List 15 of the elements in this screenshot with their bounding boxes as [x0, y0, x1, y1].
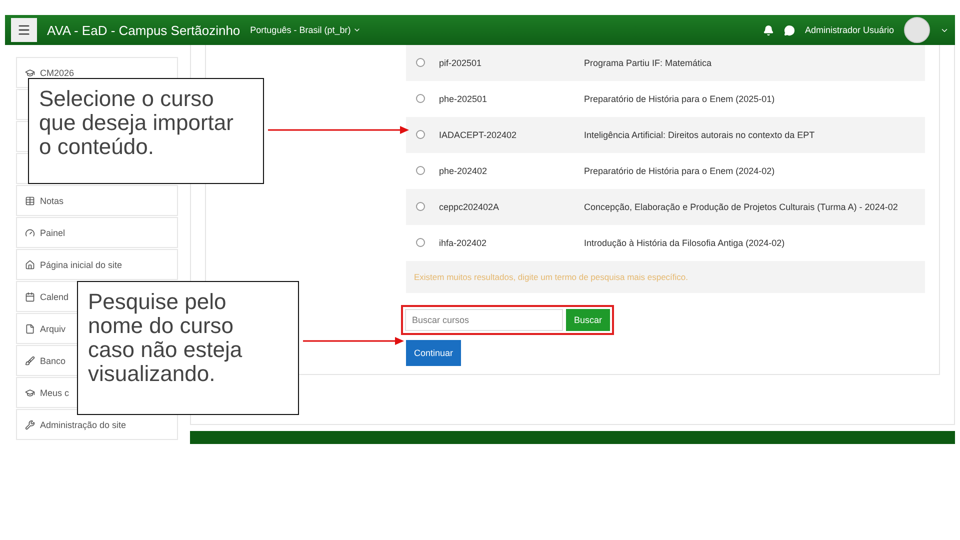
course-short-name: phe-202402: [439, 165, 488, 178]
course-full-name: Inteligência Artificial: Direitos autorais no contexto da EPT: [584, 129, 815, 142]
course-short-name: pif-202501: [439, 57, 483, 70]
course-full-name: Concepção, Elaboração e Produção de Projetos Culturais (Turma A) - 2024-02: [584, 201, 898, 214]
callout-tooltip: Pesquise pelo nome do curso caso não esteja visualizando.: [77, 281, 299, 415]
course-full-name: Introdução à História da Filosofia Antiga (2024-02): [584, 237, 785, 250]
course-full-name: Preparatório de História para o Enem (2024-02): [584, 165, 775, 178]
callout-tooltip: Selecione o curso que deseja importar o conteúdo.: [28, 78, 264, 184]
warning-message: Existem muitos resultados, digite um termo de pesquisa mais específico.: [406, 261, 925, 293]
course-full-name: Programa Partiu IF: Matemática: [584, 57, 712, 70]
course-short-name: ceppc202402A: [439, 201, 500, 214]
course-short-name: ihfa-202402: [439, 237, 488, 250]
course-full-name: Preparatório de História para o Enem (2025-01): [584, 93, 775, 106]
course-short-name: IADACEPT-202402: [439, 129, 518, 142]
course-short-name: phe-202501: [439, 93, 488, 106]
